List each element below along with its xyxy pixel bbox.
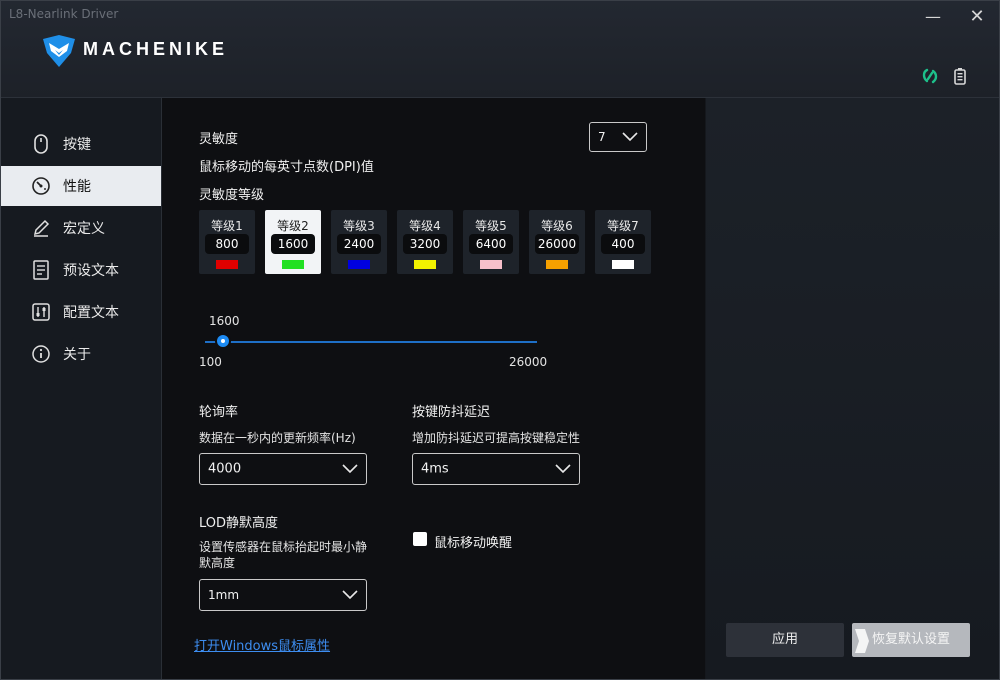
dpi-level-4[interactable]: 等级4 3200: [397, 210, 453, 274]
chevron-down-icon: [342, 464, 358, 474]
document-icon: [31, 260, 51, 280]
dpi-level-label: 等级6: [541, 219, 573, 233]
lod-select[interactable]: 1mm: [199, 579, 367, 611]
dpi-level-value: 800: [205, 234, 249, 254]
dpi-level-value: 2400: [337, 234, 381, 254]
dpi-level-color[interactable]: [546, 260, 568, 269]
debounce-select[interactable]: 4ms: [412, 453, 580, 485]
dpi-level-value: 1600: [271, 234, 315, 254]
dpi-level-color[interactable]: [480, 260, 502, 269]
dpi-level-1[interactable]: 等级1 800: [199, 210, 255, 274]
dpi-level-2[interactable]: 等级2 1600: [265, 210, 321, 274]
dpi-level-label: 等级5: [475, 219, 507, 233]
sidebar-item-macro[interactable]: 宏定义: [1, 208, 161, 248]
sidebar-item-label: 预设文本: [63, 263, 119, 279]
sidebar-item-label: 按键: [63, 137, 91, 153]
dpi-level-value: 26000: [535, 234, 579, 254]
polling-title: 轮询率: [199, 405, 239, 420]
right-panel: [706, 98, 999, 679]
sidebar-item-keys[interactable]: 按键: [1, 124, 161, 164]
chevron-down-icon: [555, 464, 571, 474]
sliders-icon: [31, 302, 51, 322]
machenike-logo-icon: [43, 35, 75, 67]
dpi-slider-thumb[interactable]: [217, 335, 229, 347]
lod-title: LOD静默高度: [199, 516, 279, 531]
sidebar-item-label: 关于: [63, 347, 91, 363]
apply-button[interactable]: 应用: [726, 623, 844, 657]
header: L8-Nearlink Driver MACHENIKE — ✕: [1, 1, 999, 98]
sidebar-item-label: 宏定义: [63, 221, 105, 237]
dpi-level-color[interactable]: [612, 260, 634, 269]
polling-rate-value: 4000: [208, 461, 242, 477]
minimize-button[interactable]: —: [919, 5, 947, 29]
watermark-overlay: [851, 621, 971, 661]
dpi-level-label: 等级7: [607, 219, 639, 233]
dpi-level-color[interactable]: [282, 260, 304, 269]
wake-label: 鼠标移动唤醒: [434, 536, 513, 551]
dpi-level-value: 3200: [403, 234, 447, 254]
sensitivity-desc: 鼠标移动的每英寸点数(DPI)值: [199, 160, 374, 175]
watermark-logo-icon: [855, 629, 869, 653]
polling-rate-select[interactable]: 4000: [199, 453, 367, 485]
window-title: L8-Nearlink Driver: [9, 7, 119, 21]
level-count-value: 7: [598, 130, 606, 144]
dpi-level-7[interactable]: 等级7 400: [595, 210, 651, 274]
dpi-level-3[interactable]: 等级3 2400: [331, 210, 387, 274]
sidebar-item-config-text[interactable]: 配置文本: [1, 292, 161, 332]
info-icon: [31, 344, 51, 364]
chevron-down-icon: [622, 132, 638, 142]
mouse-icon: [31, 134, 51, 154]
debounce-desc: 增加防抖延迟可提高按键稳定性: [412, 431, 581, 445]
sidebar-item-about[interactable]: 关于: [1, 334, 161, 374]
polling-desc: 数据在一秒内的更新频率(Hz): [199, 431, 356, 445]
windows-mouse-properties-link[interactable]: 打开Windows鼠标属性: [194, 635, 330, 654]
level-count-select[interactable]: 7: [589, 122, 647, 152]
close-button[interactable]: ✕: [963, 5, 991, 29]
dpi-level-color[interactable]: [348, 260, 370, 269]
chevron-down-icon: [342, 590, 358, 600]
sidebar-item-label: 性能: [63, 179, 91, 195]
dpi-level-value: 6400: [469, 234, 513, 254]
sensitivity-levels-title: 灵敏度等级: [199, 188, 265, 203]
slider-current-value: 1600: [209, 314, 240, 328]
dpi-level-label: 等级4: [409, 219, 441, 233]
dpi-level-label: 等级1: [211, 219, 243, 233]
pencil-icon: [31, 218, 51, 238]
sidebar-item-performance[interactable]: 性能: [1, 166, 161, 206]
debounce-title: 按键防抖延迟: [412, 405, 491, 420]
performance-panel: 灵敏度 鼠标移动的每英寸点数(DPI)值 灵敏度等级 7 等级1 800 等级2…: [162, 98, 705, 679]
dpi-slider-track[interactable]: [205, 341, 537, 343]
sidebar: 按键 性能 宏定义 预设文本 配置文本 关于: [1, 98, 162, 679]
sidebar-item-preset-text[interactable]: 预设文本: [1, 250, 161, 290]
dpi-level-color[interactable]: [216, 260, 238, 269]
slider-min-label: 100: [199, 355, 222, 369]
connection-icon: [922, 68, 938, 84]
gauge-icon: [31, 176, 51, 196]
dpi-level-5[interactable]: 等级5 6400: [463, 210, 519, 274]
dpi-level-label: 等级3: [343, 219, 375, 233]
lod-desc-line2: 默高度: [199, 556, 236, 570]
dpi-level-label: 等级2: [277, 219, 309, 233]
dpi-level-color[interactable]: [414, 260, 436, 269]
lod-value: 1mm: [208, 588, 240, 602]
lod-desc-line1: 设置传感器在鼠标抬起时最小静: [199, 540, 368, 554]
app-window: L8-Nearlink Driver MACHENIKE — ✕ 按键 性能 宏…: [0, 0, 1000, 680]
debounce-value: 4ms: [421, 461, 449, 477]
battery-icon: [954, 68, 966, 85]
sidebar-item-label: 配置文本: [63, 305, 119, 321]
dpi-level-value: 400: [601, 234, 645, 254]
wake-checkbox[interactable]: [413, 532, 427, 546]
sensitivity-title: 灵敏度: [199, 132, 239, 147]
slider-max-label: 26000: [509, 355, 548, 369]
dpi-level-6[interactable]: 等级6 26000: [529, 210, 585, 274]
brand-name: MACHENIKE: [83, 39, 229, 59]
